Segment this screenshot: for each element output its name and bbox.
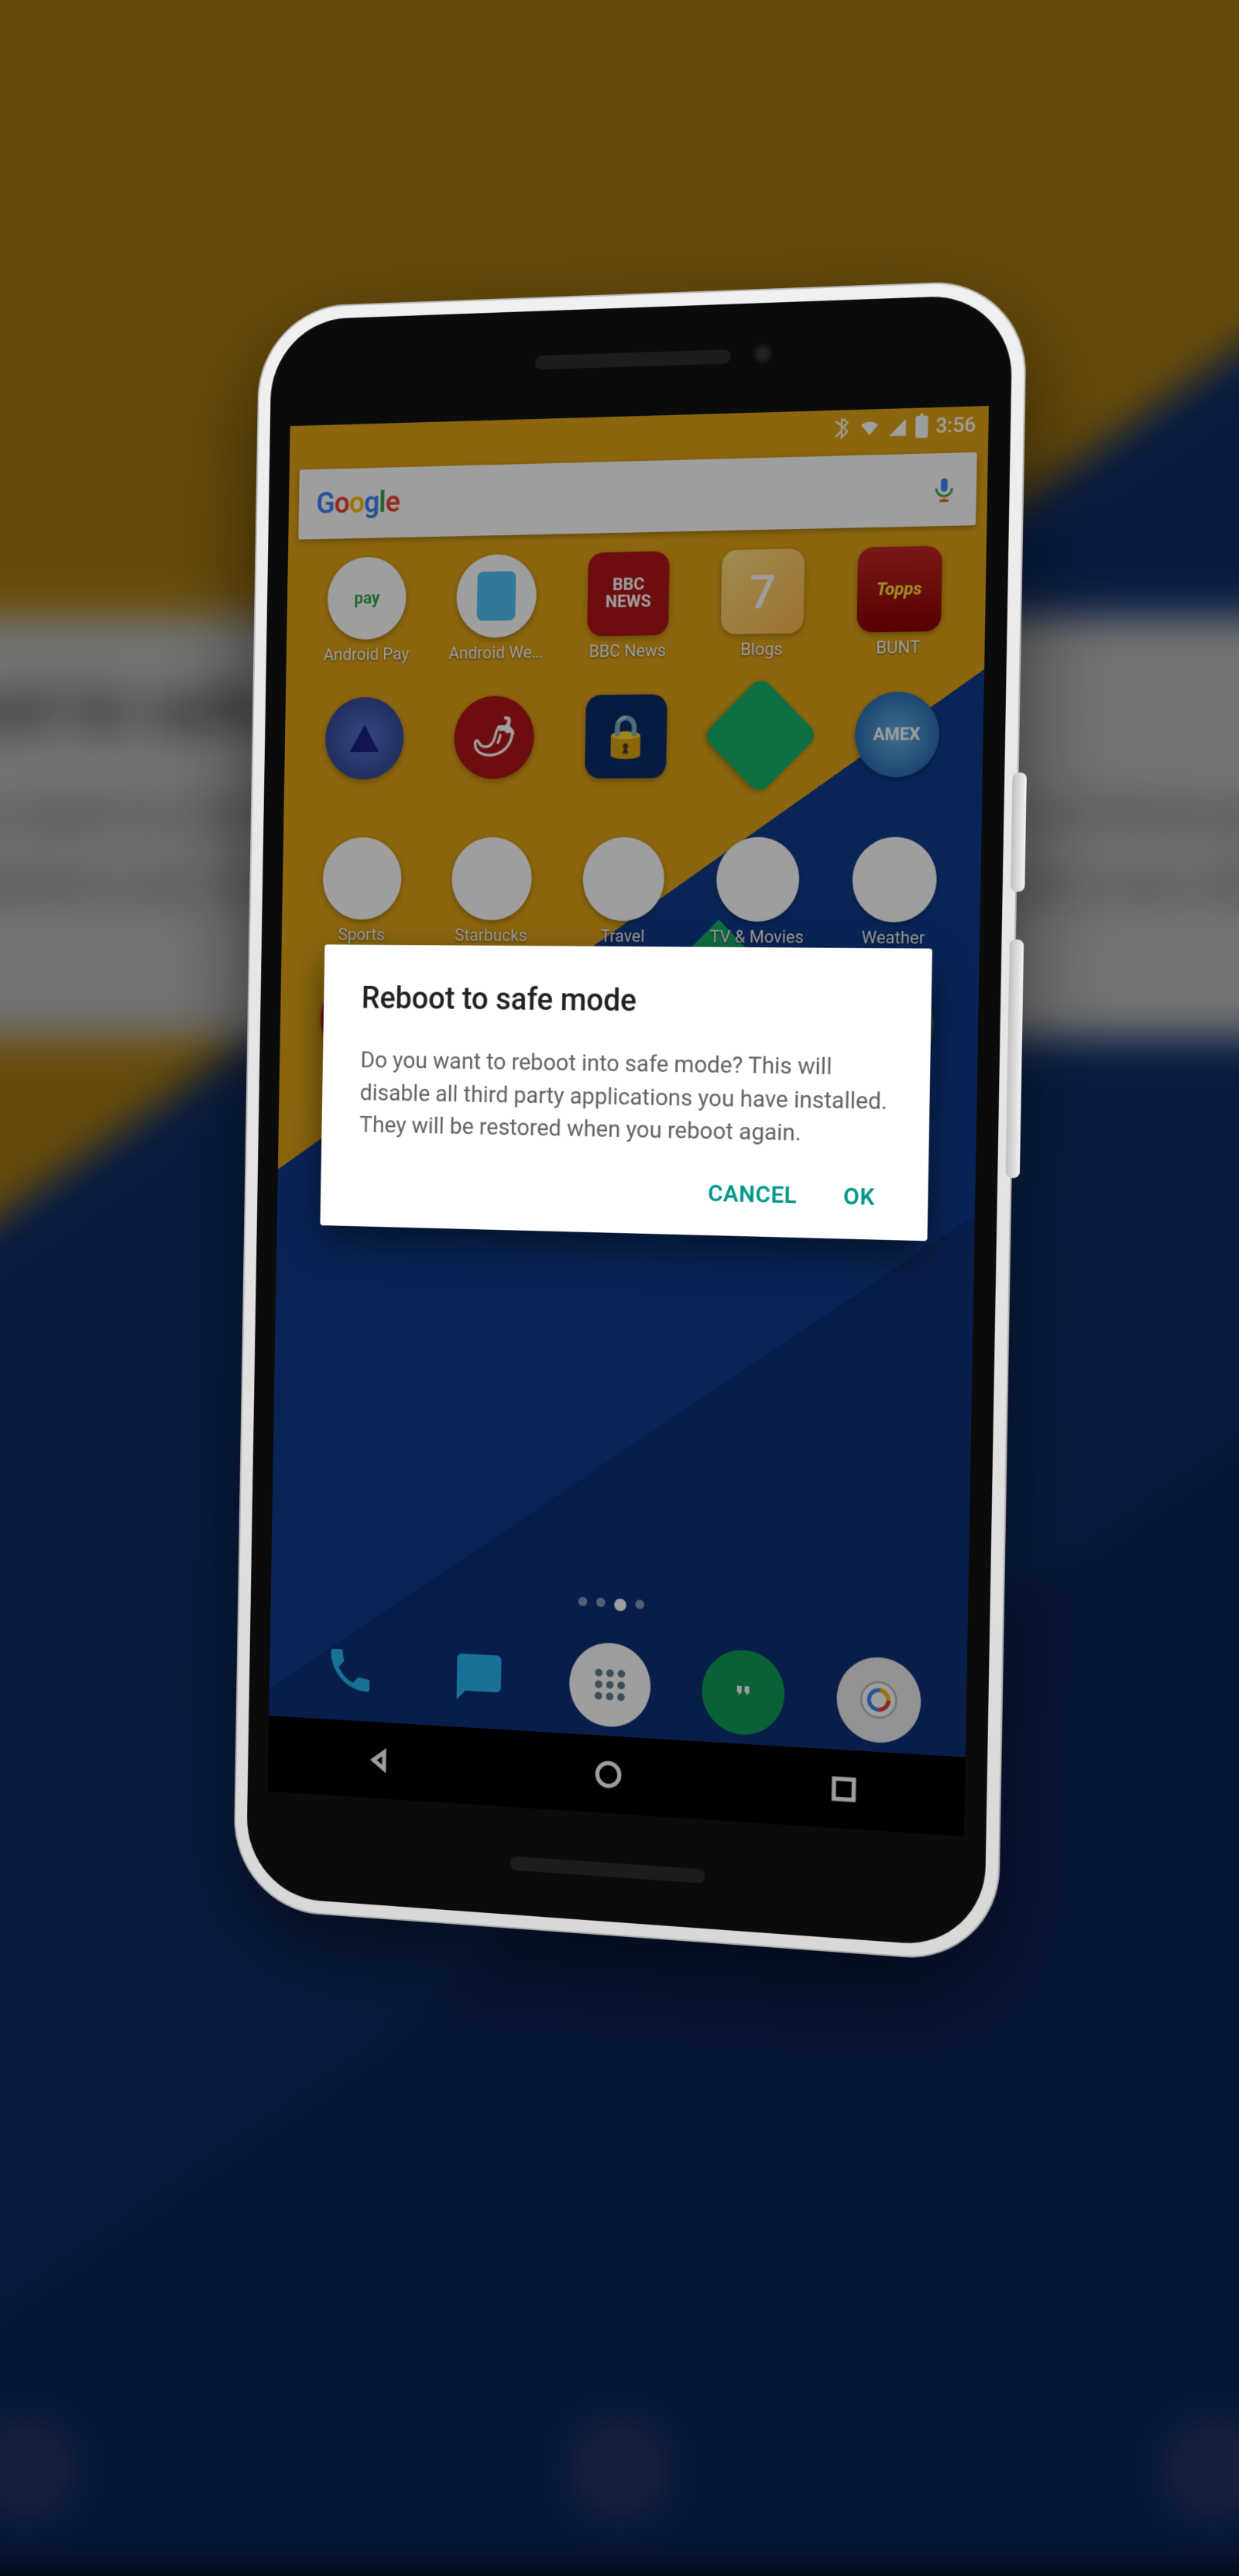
safe-mode-dialog: Reboot to safe mode Do you want to reboo… (320, 944, 932, 1241)
ok-button[interactable]: OK (843, 1183, 875, 1211)
device-frame: 3:56 Google payAndroid Pay Android We… B… (233, 279, 1028, 1964)
front-camera (752, 342, 775, 366)
power-button (1011, 772, 1027, 891)
dialog-body: Do you want to reboot into safe mode? Th… (359, 1044, 890, 1152)
cancel-button[interactable]: CANCEL (708, 1180, 798, 1209)
dialog-actions: CANCEL OK (358, 1172, 887, 1221)
dialog-title: Reboot to safe mode (362, 980, 891, 1022)
screen: 3:56 Google payAndroid Pay Android We… B… (268, 406, 989, 1836)
